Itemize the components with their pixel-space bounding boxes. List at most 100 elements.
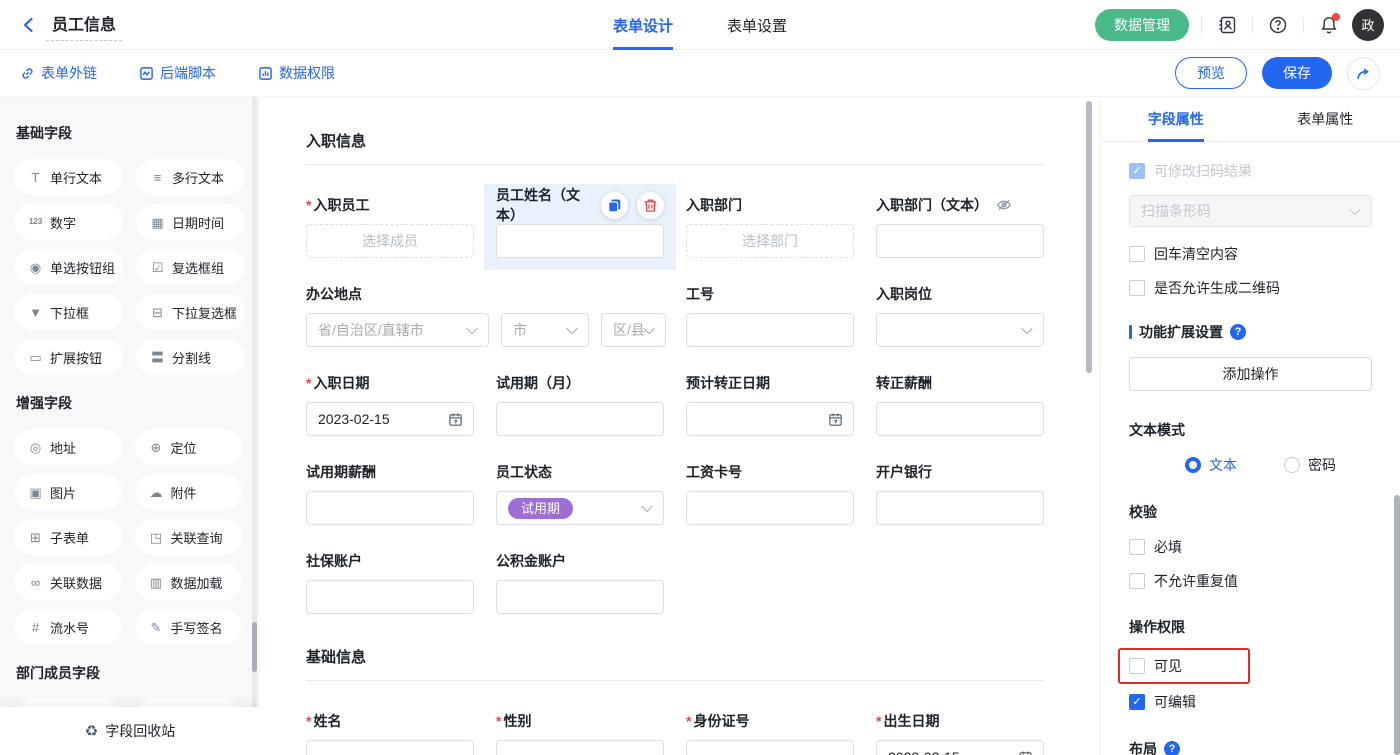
text-input[interactable] <box>876 402 1044 436</box>
picker-input[interactable]: 选择成员 <box>306 224 474 258</box>
help-question-icon[interactable]: ? <box>1230 324 1246 340</box>
tab-field-properties[interactable]: 字段属性 <box>1101 97 1251 141</box>
avatar[interactable]: 政 <box>1352 9 1384 41</box>
sidebar-item-radio-group[interactable]: ◉单选按钮组 <box>14 249 123 285</box>
form-field-onboard-department-text[interactable]: 入职部门（文本） <box>876 194 1044 258</box>
form-field-bank-of-account[interactable]: 开户银行 <box>876 461 1044 525</box>
text-input[interactable] <box>876 224 1044 258</box>
clear-on-enter-checkbox[interactable]: 回车清空内容 <box>1129 244 1372 264</box>
form-field-probation-salary[interactable]: 试用期薪酬 <box>306 461 474 525</box>
top-tab-inactive[interactable]: 表单设置 <box>727 0 787 50</box>
form-field-regular-salary[interactable]: 转正薪酬 <box>876 372 1044 436</box>
picker-input[interactable]: 选择部门 <box>686 224 854 258</box>
no-duplicate-checkbox[interactable]: 不允许重复值 <box>1129 571 1372 591</box>
text-input[interactable] <box>306 580 474 614</box>
form-field-onboard-position[interactable]: 入职岗位 <box>876 283 1044 347</box>
sidebar-item-extend-button[interactable]: ▭扩展按钮 <box>14 339 123 375</box>
address-select-1[interactable]: 市 <box>501 313 589 347</box>
panel-scrollbar-thumb[interactable] <box>1394 495 1400 755</box>
sidebar-scrollbar-thumb[interactable] <box>252 622 257 672</box>
date-input[interactable]: 2023-02-15 <box>306 402 474 436</box>
radio-password[interactable]: 密码 <box>1284 455 1336 475</box>
sidebar-item-attachment[interactable]: ☁附件 <box>135 474 243 510</box>
copy-field-button[interactable] <box>601 192 628 219</box>
sidebar-item-image[interactable]: ▣图片 <box>14 474 122 510</box>
sidebar-item-single-line-text[interactable]: T单行文本 <box>14 159 123 195</box>
text-input[interactable] <box>306 740 474 755</box>
date-value: 2023-02-15 <box>888 749 960 755</box>
select-input[interactable] <box>496 740 664 755</box>
form-field-probation-months[interactable]: 试用期（月） <box>496 372 664 436</box>
form-field-employee-name-text[interactable]: 员工姓名（文本） <box>484 184 676 270</box>
text-input[interactable] <box>496 224 664 258</box>
form-field-expected-regular-date[interactable]: 预计转正日期 <box>686 372 854 436</box>
form-field-gender[interactable]: *性别 <box>496 710 664 755</box>
address-select-2[interactable]: 区/县 <box>601 313 666 347</box>
form-field-name[interactable]: *姓名 <box>306 710 474 755</box>
delete-field-button[interactable] <box>637 192 664 219</box>
date-input[interactable]: 2023-02-15 <box>876 740 1044 755</box>
sidebar-item-serial-number[interactable]: #流水号 <box>14 609 122 645</box>
backend-script-link[interactable]: 后端脚本 <box>139 63 216 83</box>
sidebar-item-handwritten-signature[interactable]: ✎手写签名 <box>135 609 243 645</box>
allow-qrcode-checkbox[interactable]: 是否允许生成二维码 <box>1129 278 1372 298</box>
form-field-job-number[interactable]: 工号 <box>686 283 854 347</box>
select-input[interactable]: 试用期 <box>496 491 664 525</box>
text-input[interactable] <box>686 313 854 347</box>
sidebar-item-linked-query[interactable]: ◳关联查询 <box>135 519 243 555</box>
sidebar-item-data-load[interactable]: ▥数据加载 <box>135 564 243 600</box>
form-field-employee-status[interactable]: 员工状态试用期 <box>496 461 664 525</box>
top-tab-active[interactable]: 表单设计 <box>613 0 673 50</box>
text-input[interactable] <box>876 491 1044 525</box>
address-select-0[interactable]: 省/自治区/直辖市 <box>306 313 489 347</box>
date-input[interactable] <box>686 402 854 436</box>
visible-checkbox[interactable]: 可见 <box>1129 656 1239 676</box>
text-input[interactable] <box>496 580 664 614</box>
form-external-link[interactable]: 表单外链 <box>20 63 97 83</box>
sidebar-item-location[interactable]: ⊕定位 <box>135 429 243 465</box>
help-question-icon[interactable]: ? <box>1164 741 1180 755</box>
canvas-scrollbar-thumb[interactable] <box>1086 101 1092 373</box>
form-field-housing-fund-account[interactable]: 公积金账户 <box>496 550 664 614</box>
form-field-salary-card-number[interactable]: 工资卡号 <box>686 461 854 525</box>
select-input[interactable] <box>876 313 1044 347</box>
radio-text[interactable]: 文本 <box>1185 455 1237 475</box>
notification-bell-icon[interactable] <box>1316 12 1342 38</box>
share-button[interactable] <box>1347 57 1380 90</box>
form-field-birth-date[interactable]: *出生日期2023-02-15 <box>876 710 1044 755</box>
form-field-social-security-account[interactable]: 社保账户 <box>306 550 474 614</box>
sidebar-item-address[interactable]: ◎地址 <box>14 429 122 465</box>
sidebar-item-number[interactable]: 123数字 <box>14 204 123 240</box>
sidebar-item-subform[interactable]: ⊞子表单 <box>14 519 122 555</box>
form-field-id-card-number[interactable]: *身份证号 <box>686 710 854 755</box>
scan-type-select[interactable]: 扫描条形码 <box>1129 195 1372 227</box>
text-input[interactable] <box>306 491 474 525</box>
address-book-icon[interactable] <box>1214 12 1240 38</box>
form-field-onboard-employee[interactable]: *入职员工选择成员 <box>306 194 474 258</box>
modify-scan-result-checkbox[interactable]: ✓ 可修改扫码结果 <box>1129 161 1372 181</box>
sidebar-item-multi-dropdown[interactable]: ⊟下拉复选框 <box>136 294 245 330</box>
help-icon[interactable] <box>1265 12 1291 38</box>
form-field-onboard-department[interactable]: 入职部门选择部门 <box>686 194 854 258</box>
text-input[interactable] <box>686 491 854 525</box>
sidebar-item-dropdown[interactable]: ▼下拉框 <box>14 294 123 330</box>
form-field-office-location[interactable]: 办公地点省/自治区/直辖市市区/县 <box>306 283 664 347</box>
add-action-button[interactable]: 添加操作 <box>1129 357 1372 391</box>
back-button[interactable] <box>16 12 42 38</box>
sidebar-item-linked-data[interactable]: ∞关联数据 <box>14 564 122 600</box>
preview-button[interactable]: 预览 <box>1175 57 1247 89</box>
data-manage-button[interactable]: 数据管理 <box>1095 9 1189 41</box>
editable-checkbox[interactable]: ✓ 可编辑 <box>1129 692 1372 712</box>
sidebar-item-checkbox-group[interactable]: ☑复选框组 <box>136 249 245 285</box>
field-recycle-bin[interactable]: ♻ 字段回收站 <box>0 707 260 755</box>
sidebar-item-datetime[interactable]: ▦日期时间 <box>136 204 245 240</box>
text-input[interactable] <box>496 402 664 436</box>
sidebar-item-multi-line-text[interactable]: ≡多行文本 <box>136 159 245 195</box>
text-input[interactable] <box>686 740 854 755</box>
sidebar-item-divider-line[interactable]: 〓分割线 <box>136 339 245 375</box>
data-permission-link[interactable]: 数据权限 <box>258 63 335 83</box>
tab-form-properties[interactable]: 表单属性 <box>1251 97 1400 141</box>
save-button[interactable]: 保存 <box>1262 57 1332 89</box>
form-field-onboard-date[interactable]: *入职日期2023-02-15 <box>306 372 474 436</box>
required-checkbox[interactable]: 必填 <box>1129 537 1372 557</box>
